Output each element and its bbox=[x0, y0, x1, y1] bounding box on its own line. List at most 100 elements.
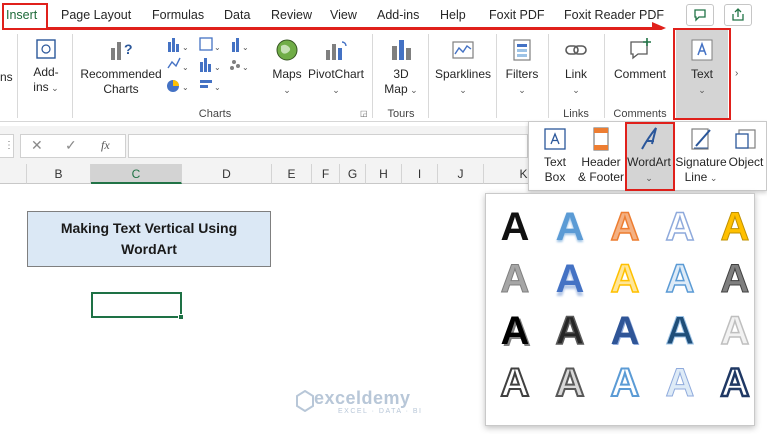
column-header-j[interactable]: J bbox=[438, 164, 484, 184]
wordart-style-2-3[interactable]: A bbox=[600, 254, 650, 304]
column-header-f[interactable]: F bbox=[312, 164, 340, 184]
column-header-g[interactable]: G bbox=[340, 164, 366, 184]
header-footer-button[interactable]: Header & Footer bbox=[577, 126, 625, 185]
add-ins-button[interactable]: Add- ins ⌄ bbox=[24, 36, 68, 96]
recommended-charts-button[interactable]: ? Recommended Charts bbox=[78, 36, 164, 97]
tab-view[interactable]: View bbox=[330, 8, 357, 22]
wordart-gallery: A A A A A A A A A A A A A A A A A A A A bbox=[485, 193, 755, 426]
title-cell[interactable]: Making Text Vertical Using WordArt bbox=[27, 211, 271, 267]
pivotchart-button[interactable]: PivotChart ⌄ bbox=[306, 36, 366, 98]
comment-label: Comment bbox=[613, 67, 666, 81]
wordart-style-3-5[interactable]: A bbox=[710, 306, 760, 356]
formula-input[interactable] bbox=[128, 134, 528, 158]
object-label: Object bbox=[728, 155, 764, 169]
group-separator bbox=[548, 34, 549, 118]
wordart-style-2-5[interactable]: A bbox=[710, 254, 760, 304]
wordart-button-highlight bbox=[625, 122, 675, 191]
share-button[interactable] bbox=[724, 4, 752, 26]
3d-map-icon bbox=[392, 40, 411, 60]
wordart-style-1-5[interactable]: A bbox=[710, 202, 760, 252]
wordart-style-2-4[interactable]: A bbox=[655, 254, 705, 304]
tab-add-ins[interactable]: Add-ins bbox=[377, 8, 419, 22]
wordart-style-1-3[interactable]: A bbox=[600, 202, 650, 252]
cancel-icon[interactable]: ✕ bbox=[31, 137, 43, 154]
enter-icon[interactable]: ✓ bbox=[65, 137, 77, 154]
sparklines-icon bbox=[452, 41, 474, 59]
link-button[interactable]: Link ⌄ bbox=[554, 36, 598, 98]
tab-foxit-reader-pdf[interactable]: Foxit Reader PDF bbox=[564, 8, 664, 22]
wordart-style-3-2[interactable]: A bbox=[545, 306, 595, 356]
recommended-charts-icon: ? bbox=[111, 41, 133, 60]
group-separator bbox=[428, 34, 429, 118]
ribbon-scroll-right-icon[interactable]: › bbox=[735, 68, 738, 79]
wordart-style-3-4[interactable]: A bbox=[655, 306, 705, 356]
svg-text:⌄: ⌄ bbox=[182, 43, 189, 52]
filters-label: Filters bbox=[505, 67, 539, 81]
comments-group-label: Comments bbox=[613, 108, 667, 120]
comment-button[interactable]: Comment bbox=[608, 36, 672, 82]
comments-pane-button[interactable] bbox=[686, 4, 714, 26]
text-box-label: Text Box bbox=[543, 155, 566, 184]
column-header-h[interactable]: H bbox=[366, 164, 402, 184]
link-label: Link bbox=[564, 67, 587, 81]
wordart-style-3-3[interactable]: A bbox=[600, 306, 650, 356]
wordart-style-4-4[interactable]: A bbox=[655, 358, 705, 408]
insert-function-icon[interactable]: fx bbox=[101, 138, 110, 153]
title-line-1: Making Text Vertical Using bbox=[60, 220, 238, 236]
group-separator bbox=[72, 34, 73, 118]
more-options-icon: ⋮ bbox=[4, 140, 14, 151]
pivotchart-icon bbox=[326, 41, 347, 60]
new-comment-icon bbox=[630, 38, 651, 60]
object-button[interactable]: Object bbox=[727, 126, 765, 170]
wordart-style-4-3[interactable]: A bbox=[600, 358, 650, 408]
tab-page-layout[interactable]: Page Layout bbox=[61, 8, 131, 22]
wordart-style-4-1[interactable]: A bbox=[490, 358, 540, 408]
fill-handle[interactable] bbox=[178, 314, 184, 320]
signature-line-button[interactable]: Signature Line ⌄ bbox=[675, 126, 727, 186]
column-header-d[interactable]: D bbox=[182, 164, 272, 184]
ribbon-tab-bar: Insert Page Layout Formulas Data Review … bbox=[0, 0, 767, 34]
header-footer-icon bbox=[593, 127, 609, 151]
selected-cell[interactable] bbox=[91, 292, 182, 318]
recommended-charts-label: Recommended Charts bbox=[80, 67, 162, 96]
wordart-style-1-2[interactable]: A bbox=[545, 202, 595, 252]
tab-data[interactable]: Data bbox=[224, 8, 250, 22]
comment-bubble-icon bbox=[694, 9, 706, 22]
group-separator bbox=[17, 34, 18, 118]
wordart-style-4-2[interactable]: A bbox=[545, 358, 595, 408]
3d-map-button[interactable]: 3D Map ⌄ bbox=[378, 36, 424, 98]
charts-group-label: Charts bbox=[198, 108, 232, 120]
wordart-style-1-4[interactable]: A bbox=[655, 202, 705, 252]
wordart-style-1-1[interactable]: A bbox=[490, 202, 540, 252]
column-header-b[interactable]: B bbox=[27, 164, 91, 184]
maps-label: Maps bbox=[272, 67, 302, 81]
tab-foxit-pdf[interactable]: Foxit PDF bbox=[489, 8, 545, 22]
wordart-style-4-5[interactable]: A bbox=[710, 358, 760, 408]
pivotchart-label: PivotChart bbox=[307, 67, 365, 81]
svg-text:⌄: ⌄ bbox=[182, 63, 189, 72]
title-line-2: WordArt bbox=[121, 241, 177, 257]
maps-button[interactable]: Maps ⌄ bbox=[268, 36, 306, 98]
wordart-style-3-1[interactable]: A bbox=[490, 306, 540, 356]
excel-window: Insert Page Layout Formulas Data Review … bbox=[0, 0, 767, 434]
exceldemy-logo-icon bbox=[296, 390, 314, 412]
tab-help[interactable]: Help bbox=[440, 8, 466, 22]
column-header-i[interactable]: I bbox=[402, 164, 438, 184]
tab-review[interactable]: Review bbox=[271, 8, 312, 22]
column-header-e[interactable]: E bbox=[272, 164, 312, 184]
filters-button[interactable]: Filters ⌄ bbox=[502, 36, 542, 98]
tab-formulas[interactable]: Formulas bbox=[152, 8, 204, 22]
slicer-icon bbox=[513, 39, 531, 61]
chart-type-buttons[interactable]: ⌄ ⌄ ⌄ ⌄ ⌄ ⌄ ⌄ ⌄ bbox=[164, 34, 264, 100]
signature-line-icon bbox=[691, 128, 711, 150]
dialog-launcher-icon[interactable]: ◲ bbox=[360, 109, 368, 118]
wordart-style-2-1[interactable]: A bbox=[490, 254, 540, 304]
select-all-corner[interactable] bbox=[0, 164, 27, 184]
insert-ribbon: ns Add- ins ⌄ ? Recommended Charts ⌄ ⌄ ⌄… bbox=[0, 28, 767, 122]
column-header-c[interactable]: C bbox=[91, 164, 182, 184]
svg-text:⌄: ⌄ bbox=[182, 83, 189, 92]
text-box-button[interactable]: Text Box bbox=[535, 126, 575, 185]
sparklines-button[interactable]: Sparklines ⌄ bbox=[434, 36, 492, 98]
formula-actions: ✕ ✓ fx bbox=[20, 134, 126, 158]
wordart-style-2-2[interactable]: A bbox=[545, 254, 595, 304]
